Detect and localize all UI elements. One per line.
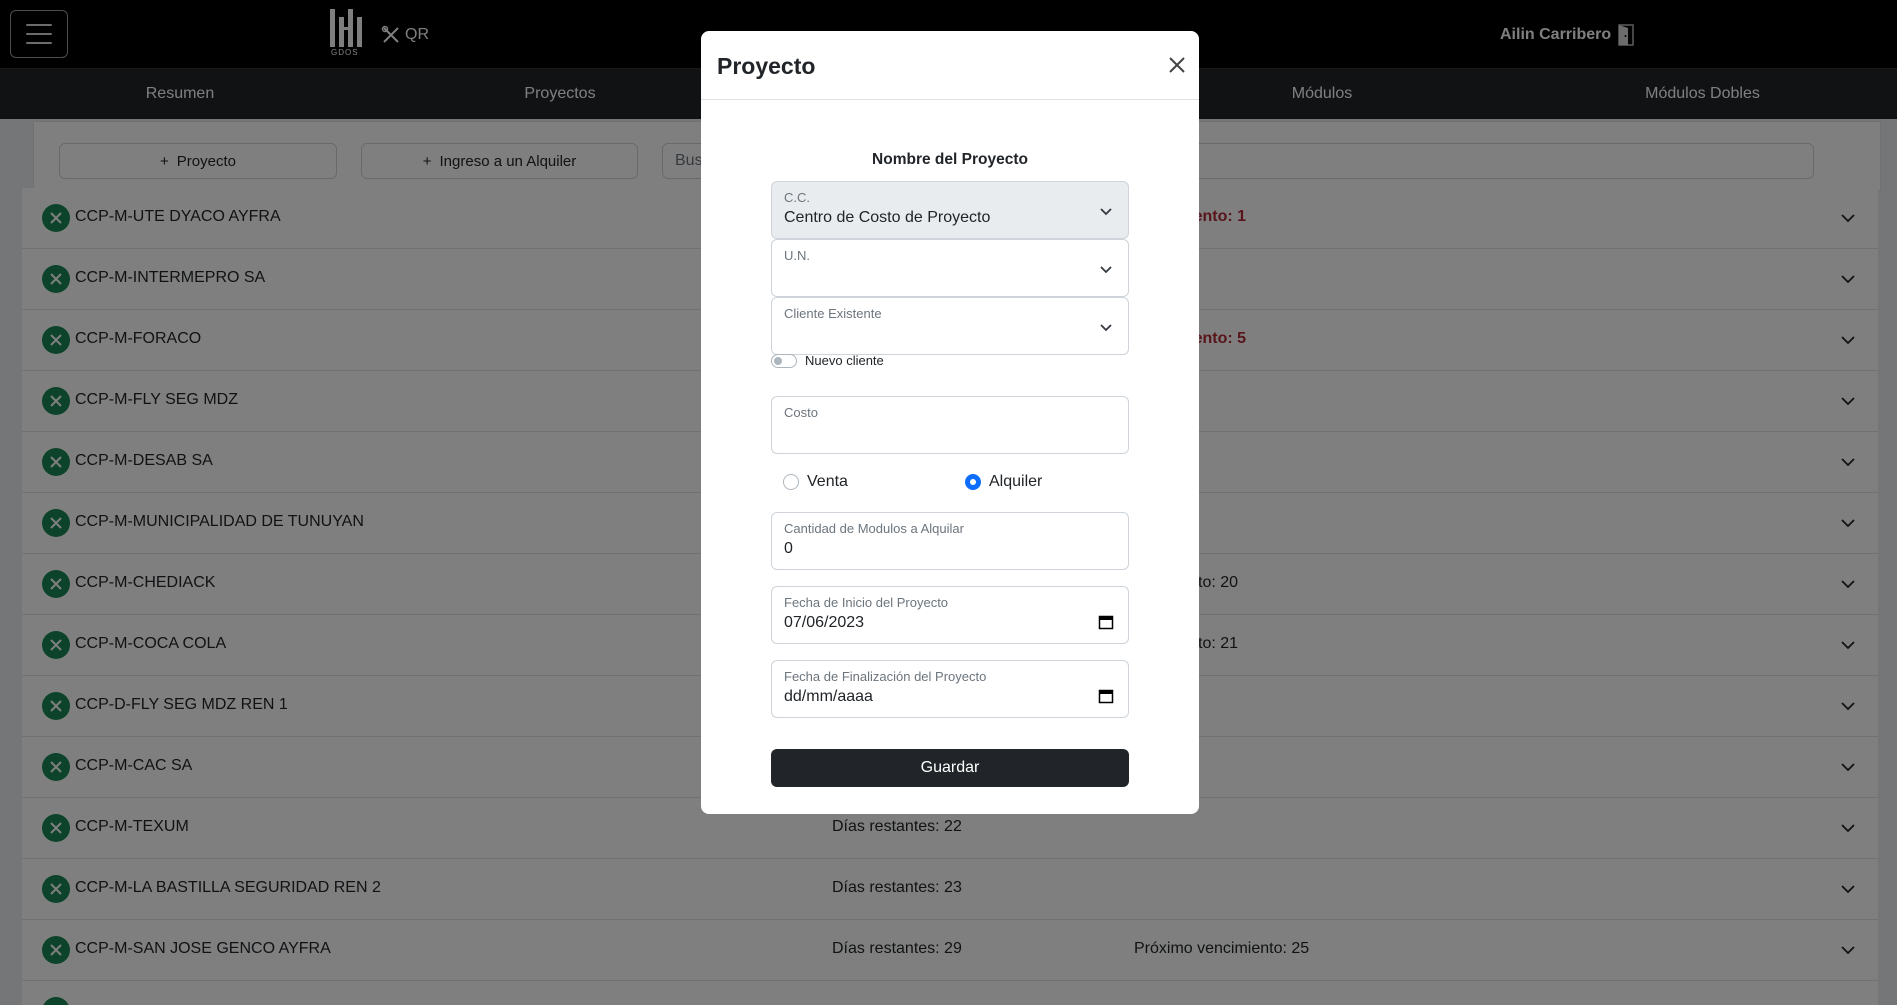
project-modal: Proyecto Nombre del Proyecto C.C. Centro… (701, 31, 1199, 814)
end-date-value: dd/mm/aaaa (784, 688, 873, 705)
close-icon[interactable] (1163, 51, 1191, 79)
end-date-input[interactable]: Fecha de Finalización del Proyecto dd/mm… (771, 660, 1129, 718)
start-date-value: 07/06/2023 (784, 614, 865, 631)
modal-title: Proyecto (717, 53, 816, 79)
new-client-toggle[interactable]: Nuevo cliente (771, 353, 884, 368)
cost-input[interactable]: Costo (771, 396, 1129, 454)
modal-header: Proyecto (701, 31, 1199, 100)
existing-client-label: Cliente Existente (784, 306, 882, 321)
venta-radio[interactable] (783, 474, 799, 490)
alquiler-radio[interactable] (965, 474, 981, 490)
start-date-input[interactable]: Fecha de Inicio del Proyecto 07/06/2023 (771, 586, 1129, 644)
alquiler-label: Alquiler (989, 473, 1043, 490)
end-date-label: Fecha de Finalización del Proyecto (784, 669, 987, 684)
un-select[interactable]: U.N. (771, 239, 1129, 297)
cc-value: Centro de Costo de Proyecto (784, 209, 991, 226)
chevron-down-icon (1100, 324, 1112, 332)
cc-select[interactable]: C.C. Centro de Costo de Proyecto (771, 181, 1129, 239)
cost-label: Costo (784, 405, 818, 420)
new-client-label: Nuevo cliente (805, 353, 884, 368)
venta-option[interactable]: Venta (783, 473, 848, 491)
module-quantity-label: Cantidad de Modulos a Alquilar (784, 521, 964, 536)
cc-label: C.C. (784, 190, 810, 205)
chevron-down-icon (1100, 208, 1112, 216)
un-label: U.N. (784, 248, 810, 263)
calendar-icon[interactable] (1098, 688, 1114, 704)
calendar-icon[interactable] (1098, 614, 1114, 630)
alquiler-option[interactable]: Alquiler (965, 473, 1042, 491)
module-quantity-input[interactable]: Cantidad de Modulos a Alquilar 0 (771, 512, 1129, 570)
start-date-label: Fecha de Inicio del Proyecto (784, 595, 949, 610)
chevron-down-icon (1100, 266, 1112, 274)
venta-label: Venta (807, 473, 848, 490)
new-client-switch[interactable] (771, 353, 797, 368)
existing-client-select[interactable]: Cliente Existente (771, 297, 1129, 355)
module-quantity-value: 0 (784, 540, 793, 557)
section-title: Nombre del Proyecto (872, 151, 1028, 168)
save-button[interactable]: Guardar (771, 749, 1129, 787)
